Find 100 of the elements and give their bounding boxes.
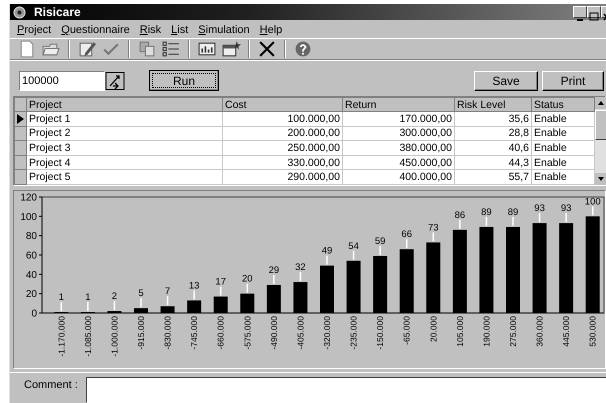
tick-label: 0: [31, 308, 37, 320]
leader-line: [246, 284, 248, 293]
table-cell: Enable: [532, 170, 594, 184]
table-cell: Project 5: [26, 170, 222, 184]
leader-line: [538, 213, 540, 222]
menu-item[interactable]: Simulation: [193, 22, 255, 36]
table-cell: 330.000,00: [222, 155, 342, 170]
table-cell: 35,6: [454, 112, 532, 126]
bar: [346, 260, 361, 313]
table-cell: 380.000,00: [342, 140, 454, 156]
column-header[interactable]: Project: [26, 98, 222, 112]
table-cell: Project 2: [26, 126, 222, 141]
axis-label: 275.000: [508, 316, 518, 347]
data-label: 100: [584, 196, 601, 208]
data-label: 73: [428, 222, 439, 234]
current-row-icon: [17, 114, 24, 124]
axis-label: -405.000: [295, 316, 306, 350]
table-cell: Enable: [532, 126, 594, 141]
table-cell: 40,6: [454, 140, 532, 156]
column-header[interactable]: Risk Level: [454, 98, 532, 112]
axis-label: -490.000: [268, 316, 279, 350]
column-header[interactable]: Return: [342, 98, 454, 112]
tick-label: 60: [26, 250, 37, 262]
axis-label: -235.000: [348, 316, 359, 350]
leader-line: [565, 213, 567, 222]
minimize-button[interactable]: [573, 6, 587, 18]
list-icon[interactable]: [160, 39, 182, 59]
data-label: 1: [85, 292, 90, 304]
axis-label: 105.000: [454, 316, 465, 347]
data-label: 1: [58, 292, 64, 304]
bar: [160, 306, 175, 313]
data-label: 20: [242, 274, 253, 285]
axis-label: -830.000: [162, 316, 173, 350]
tick-label: 20: [26, 289, 37, 300]
table-cell: Enable: [532, 112, 594, 126]
table-cell: Enable: [532, 140, 594, 156]
leader-line: [326, 256, 328, 265]
bar: [400, 249, 414, 313]
table-cell: 290.000,00: [222, 170, 342, 184]
axis-label: -320.000: [322, 316, 332, 350]
run-button[interactable]: Run: [149, 70, 219, 91]
menu-item[interactable]: List: [166, 22, 194, 36]
save-button[interactable]: Save: [474, 70, 538, 90]
maximize-button[interactable]: [587, 6, 601, 18]
table-cell: Project 3: [26, 140, 222, 156]
comment-field[interactable]: [86, 377, 606, 403]
bar: [426, 242, 440, 313]
data-label: 86: [454, 210, 466, 221]
data-label: 2: [112, 291, 118, 302]
data-label: 54: [348, 240, 359, 252]
window-icon[interactable]: [220, 39, 242, 59]
leader-line: [300, 272, 302, 282]
data-label: 66: [401, 229, 412, 240]
leader-line: [406, 239, 408, 248]
maximize-icon: [588, 12, 600, 22]
table-cell: 100.000,00: [222, 112, 342, 126]
data-label: 89: [508, 206, 518, 218]
spin-arrows-icon: [105, 72, 125, 90]
axis-label: -150.000: [375, 316, 386, 350]
leader-line: [512, 216, 514, 226]
bar: [134, 308, 148, 313]
data-label: 49: [322, 246, 332, 257]
data-label: 29: [268, 264, 280, 276]
menu-item[interactable]: Project: [12, 22, 56, 36]
bar: [320, 266, 334, 313]
data-label: 93: [534, 203, 545, 214]
leader-line: [193, 290, 195, 300]
leader-line: [379, 246, 381, 255]
table-cell: Enable: [532, 155, 594, 170]
comment-label: Comment :: [24, 378, 78, 393]
amount-field[interactable]: 100000: [19, 70, 105, 90]
tick-label: 120: [20, 192, 37, 204]
leader-line: [87, 302, 89, 312]
table-cell: Project 4: [26, 155, 222, 170]
axis-label: -745.000: [189, 316, 200, 350]
print-button[interactable]: Print: [542, 70, 604, 90]
menu-item[interactable]: Help: [254, 22, 288, 36]
data-label: 89: [481, 206, 492, 218]
bar: [214, 296, 228, 313]
leader-line: [140, 298, 142, 308]
tick-label: 80: [26, 231, 37, 242]
leader-line: [486, 216, 488, 226]
data-label: 59: [374, 236, 386, 247]
table-cell: 400.000,00: [342, 170, 454, 184]
column-header[interactable]: Cost: [222, 98, 342, 112]
leader-line: [352, 250, 354, 260]
axis-label: -1.085.000: [82, 316, 93, 357]
vertical-scrollbar[interactable]: [595, 97, 606, 185]
menu-item[interactable]: Questionnaire: [56, 22, 135, 36]
menu-item[interactable]: Risk: [134, 22, 166, 36]
leader-line: [60, 302, 62, 312]
axis-label: 360.000: [534, 316, 545, 347]
axis-label: 445.000: [561, 316, 572, 347]
table-cell: 55,7: [454, 170, 532, 184]
row-indicator[interactable]: [14, 112, 26, 126]
data-label: 5: [138, 288, 144, 300]
axis-label: -1.170.000: [56, 316, 66, 357]
bar: [293, 282, 308, 313]
leader-line: [459, 220, 461, 229]
table-cell: 170.000,00: [342, 112, 454, 126]
